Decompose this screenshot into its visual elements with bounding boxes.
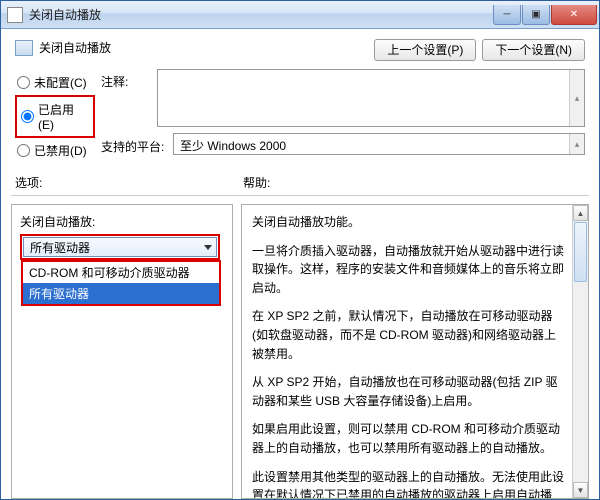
radio-disabled-label: 已禁用(D) xyxy=(34,142,87,159)
help-p5: 如果启用此设置，则可以禁用 CD-ROM 和可移动介质驱动器上的自动播放，也可以… xyxy=(252,420,564,457)
help-header: 帮助: xyxy=(243,174,585,191)
platform-label: 支持的平台: xyxy=(101,134,173,155)
help-p3: 在 XP SP2 之前，默认情况下，自动播放在可移动驱动器(如软盘驱动器，而不是… xyxy=(252,307,564,363)
options-label: 关闭自动播放: xyxy=(20,213,224,230)
help-text: 关闭自动播放功能。 一旦将介质插入驱动器，自动播放就开始从驱动器中进行读取操作。… xyxy=(242,205,572,498)
radio-disabled-input[interactable] xyxy=(17,144,30,157)
scroll-up-button[interactable]: ▲ xyxy=(573,205,588,221)
help-p4: 从 XP SP2 开始，自动播放也在可移动驱动器(包括 ZIP 驱动器和某些 U… xyxy=(252,373,564,410)
minimize-button[interactable]: ─ xyxy=(493,5,521,25)
next-setting-button[interactable]: 下一个设置(N) xyxy=(482,39,585,61)
options-panel: 关闭自动播放: 所有驱动器 CD-ROM 和可移动介质驱动器 所有驱动器 xyxy=(11,204,233,499)
titlebar: 关闭自动播放 ─ ▣ ✕ xyxy=(1,1,599,29)
radio-not-configured-input[interactable] xyxy=(17,76,30,89)
platform-value: 至少 Windows 2000 xyxy=(180,139,286,153)
platform-scroll[interactable]: ▴ xyxy=(569,134,584,154)
help-scrollbar[interactable]: ▲ ▼ xyxy=(572,205,588,498)
policy-icon xyxy=(15,40,33,56)
scroll-thumb[interactable] xyxy=(574,222,587,282)
radio-enabled-input[interactable] xyxy=(21,110,34,123)
help-p2: 一旦将介质插入驱动器，自动播放就开始从驱动器中进行读取操作。这样，程序的安装文件… xyxy=(252,242,564,298)
window-title: 关闭自动播放 xyxy=(29,6,492,23)
help-panel: 关闭自动播放功能。 一旦将介质插入驱动器，自动播放就开始从驱动器中进行读取操作。… xyxy=(241,204,589,499)
drive-combobox-value: 所有驱动器 xyxy=(30,239,90,256)
prev-setting-button[interactable]: 上一个设置(P) xyxy=(374,39,476,61)
radio-enabled[interactable]: 已启用(E) xyxy=(19,98,91,135)
page-title: 关闭自动播放 xyxy=(39,39,111,56)
options-header: 选项: xyxy=(15,174,243,191)
scroll-down-button[interactable]: ▼ xyxy=(573,482,588,498)
comment-label: 注释: xyxy=(101,69,157,90)
drive-option-all[interactable]: 所有驱动器 xyxy=(23,283,219,304)
close-button[interactable]: ✕ xyxy=(551,5,597,25)
chevron-down-icon xyxy=(204,245,212,250)
drive-combobox[interactable]: 所有驱动器 CD-ROM 和可移动介质驱动器 所有驱动器 xyxy=(20,234,220,260)
comment-scroll[interactable]: ▴ xyxy=(569,70,584,126)
comment-textarea[interactable]: ▴ xyxy=(157,69,585,127)
help-p6: 此设置禁用其他类型的驱动器上的自动播放。无法使用此设置在默认情况下已禁用的自动播… xyxy=(252,468,564,498)
radio-not-configured-label: 未配置(C) xyxy=(34,74,87,91)
window-icon xyxy=(7,7,23,23)
radio-enabled-label: 已启用(E) xyxy=(38,101,89,132)
radio-disabled[interactable]: 已禁用(D) xyxy=(15,139,95,162)
radio-not-configured[interactable]: 未配置(C) xyxy=(15,71,95,94)
platform-box: 至少 Windows 2000 ▴ xyxy=(173,133,585,155)
help-p1: 关闭自动播放功能。 xyxy=(252,213,564,232)
drive-combobox-dropdown: CD-ROM 和可移动介质驱动器 所有驱动器 xyxy=(21,260,221,306)
drive-option-cdrom[interactable]: CD-ROM 和可移动介质驱动器 xyxy=(23,262,219,283)
maximize-button[interactable]: ▣ xyxy=(522,5,550,25)
